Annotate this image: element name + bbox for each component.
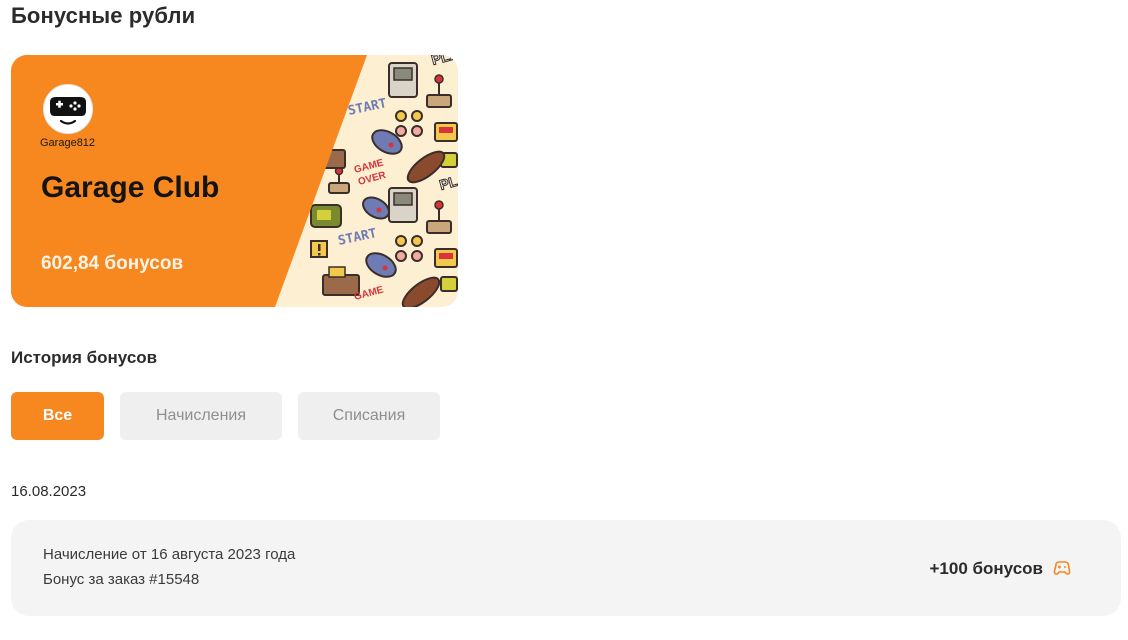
- bonus-card[interactable]: START START GAME OVER GAME PLAY PLAY Gar…: [11, 55, 458, 307]
- history-item-amount: +100 бонусов: [929, 559, 1044, 578]
- card-balance: 602,84 бонусов: [41, 253, 184, 274]
- history-item-title: Начисление от 16 августа 2023 года: [43, 546, 296, 563]
- page-title: Бонусные рубли: [11, 3, 196, 28]
- gamepad-face-icon: [44, 85, 92, 133]
- gamepad-icon: [1053, 561, 1071, 575]
- history-date: 16.08.2023: [11, 483, 87, 500]
- history-title: История бонусов: [11, 348, 158, 367]
- tab-writeoffs[interactable]: Списания: [298, 392, 440, 440]
- tab-all[interactable]: Все: [11, 392, 104, 440]
- card-name: Garage Club: [41, 171, 220, 204]
- logo-caption: Garage812: [40, 137, 96, 149]
- tab-accruals[interactable]: Начисления: [120, 392, 282, 440]
- history-item-subtitle: Бонус за заказ #15548: [43, 571, 200, 588]
- brand-logo: [43, 84, 93, 134]
- history-item: Начисление от 16 августа 2023 года Бонус…: [11, 520, 1121, 616]
